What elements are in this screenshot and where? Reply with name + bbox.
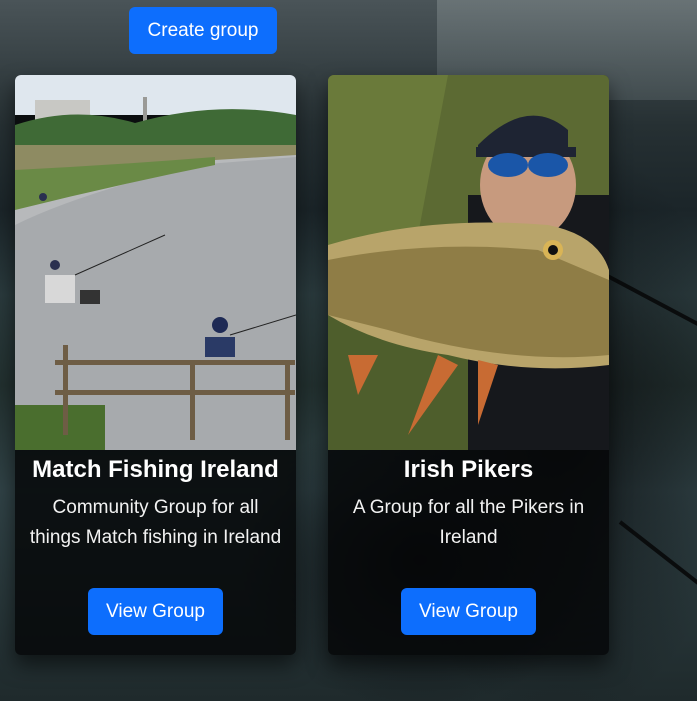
group-description: A Group for all the Pikers in Ireland — [352, 497, 585, 548]
group-title: Irish Pikers — [403, 456, 534, 483]
group-card-match-fishing: Match Fishing Ireland Community Group fo… — [15, 75, 296, 655]
group-description: Community Group for all things Match fis… — [29, 497, 282, 548]
view-group-button[interactable]: View Group — [88, 588, 223, 635]
pike-angler-photo — [328, 75, 609, 450]
group-card-irish-pikers: Irish Pikers A Group for all the Pikers … — [328, 75, 609, 655]
match-fishing-photo — [15, 75, 296, 450]
create-group-button[interactable]: Create group — [129, 7, 277, 54]
view-group-button[interactable]: View Group — [401, 588, 536, 635]
group-title: Match Fishing Ireland — [32, 456, 279, 483]
